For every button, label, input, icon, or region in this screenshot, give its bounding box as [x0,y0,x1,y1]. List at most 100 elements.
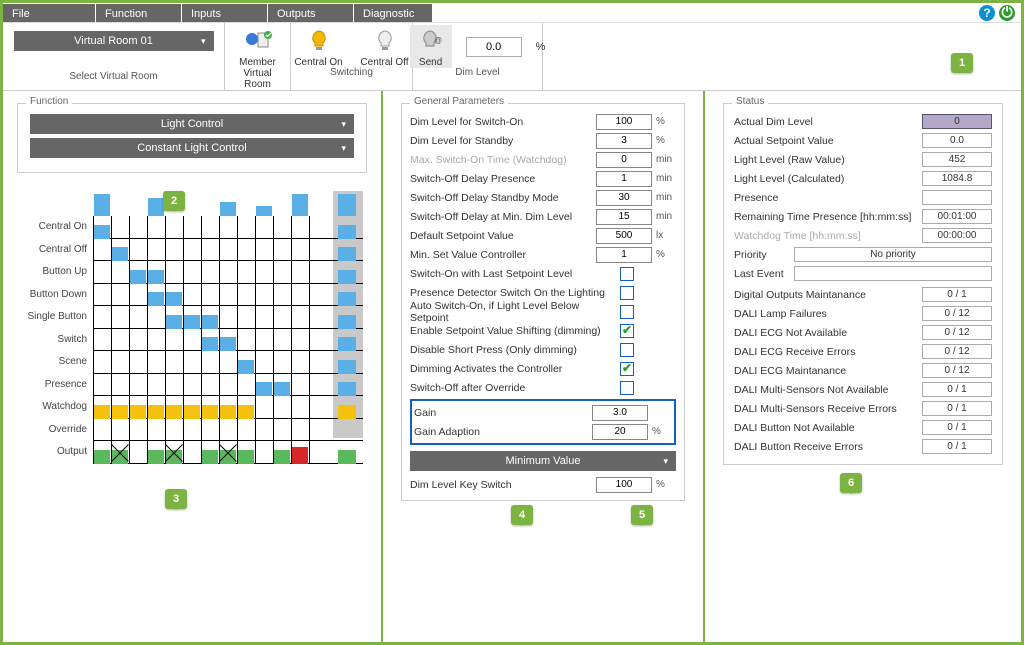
diag-row: Digital Outputs Maintanance0 / 1 [734,285,992,304]
gain-group: Gain Gain Adaption % [410,399,676,445]
param-check-row: Auto Switch-On, if Light Level Below Set… [410,302,676,321]
status-value: 00:00:00 [922,228,992,243]
send-button[interactable]: @ Send [410,25,452,68]
virtual-room-select[interactable]: Virtual Room 01 [14,31,214,51]
checkbox[interactable] [620,343,634,357]
checkbox[interactable] [620,362,634,376]
status-value [922,190,992,205]
menu-outputs[interactable]: Outputs [268,4,353,22]
status-value: 0.0 [922,133,992,148]
gain-input[interactable] [592,405,648,421]
lastevent-value [794,266,992,281]
member-vr-icon [244,27,272,55]
diag-row: DALI Multi-Sensors Receive Errors0 / 1 [734,399,992,418]
diag-row: DALI ECG Maintanance0 / 12 [734,361,992,380]
param-check-row: Switch-Off after Override [410,378,676,397]
function-title: Function [26,96,72,107]
lastevent-label: Last Event [734,268,794,280]
checkbox[interactable] [620,381,634,395]
param-input[interactable] [596,152,652,168]
param-row: Max. Switch-On Time (Watchdog) min [410,150,676,169]
callout-4: 4 [511,505,533,525]
status-value: 0 [922,114,992,129]
svg-text:@: @ [434,36,442,45]
status-value: 00:01:00 [922,209,992,224]
help-icon[interactable]: ? [979,5,995,21]
diag-value: 0 / 12 [922,344,992,359]
status-row: Light Level (Raw Value)452 [734,150,992,169]
function-subtype-select[interactable]: Constant Light Control [30,138,354,158]
param-check-row: Dimming Activates the Controller [410,359,676,378]
status-row: Actual Setpoint Value0.0 [734,131,992,150]
param-row: Dim Level for Standby % [410,131,676,150]
diag-row: DALI ECG Not Available0 / 12 [734,323,992,342]
select-vr-caption: Select Virtual Room [69,71,157,82]
diag-value: 0 / 12 [922,325,992,340]
bulb-on-icon [305,27,333,55]
param-input[interactable] [596,133,652,149]
central-on-button[interactable]: Central On [291,25,347,68]
general-params-title: General Parameters [410,96,508,107]
checkbox[interactable] [620,267,634,281]
checkbox[interactable] [620,305,634,319]
toolbar: Virtual Room 01 Select Virtual Room Memb… [3,23,1021,91]
central-off-button[interactable]: Central Off [357,25,413,68]
gain-label: Gain [414,407,592,419]
status-row: Remaining Time Presence [hh:mm:ss]00:01:… [734,207,992,226]
function-type-select[interactable]: Light Control [30,114,354,134]
param-input[interactable] [596,171,652,187]
menu-inputs[interactable]: Inputs [182,4,267,22]
gain-adaption-input[interactable] [592,424,648,440]
param-row: Min. Set Value Controller % [410,245,676,264]
status-row: Watchdog Time [hh:mm:ss]00:00:00 [734,226,992,245]
status-row: Actual Dim Level0 [734,112,992,131]
diag-value: 0 / 1 [922,439,992,454]
param-check-row: Disable Short Press (Only dimming) [410,340,676,359]
minimum-value-select[interactable]: Minimum Value [410,451,676,471]
menu-bar: File Function Inputs Outputs Diagnostic … [3,3,1021,23]
dim-level-input[interactable] [466,37,522,57]
diag-row: DALI Button Not Available0 / 1 [734,418,992,437]
diag-value: 0 / 12 [922,363,992,378]
param-row: Switch-Off Delay Presence min [410,169,676,188]
dim-key-label: Dim Level Key Switch [410,479,596,491]
status-title: Status [732,96,768,107]
dim-key-input[interactable] [596,477,652,493]
param-input[interactable] [596,190,652,206]
status-fieldset: Status Actual Dim Level0Actual Setpoint … [723,103,1003,465]
bulb-send-icon: @ [417,27,445,55]
diag-value: 0 / 1 [922,420,992,435]
callout-2: 2 [163,191,185,211]
menu-function[interactable]: Function [96,4,181,22]
power-icon[interactable]: ⏻ [999,5,1015,21]
status-row: Presence [734,188,992,207]
param-input[interactable] [596,114,652,130]
diag-row: DALI Multi-Sensors Not Available0 / 1 [734,380,992,399]
dim-unit: % [536,41,546,53]
param-check-row: Enable Setpoint Value Shifting (dimming) [410,321,676,340]
status-value: 1084.8 [922,171,992,186]
checkbox[interactable] [620,286,634,300]
bulb-off-icon [371,27,399,55]
param-input[interactable] [596,209,652,225]
dim-level-caption: Dim Level [421,67,534,78]
status-value: 452 [922,152,992,167]
member-vr-label: MemberVirtual Room [230,57,286,90]
general-parameters-fieldset: General Parameters Dim Level for Switch-… [401,103,685,501]
param-input[interactable] [596,228,652,244]
param-check-row: Switch-On with Last Setpoint Level [410,264,676,283]
member-virtual-room-button[interactable]: MemberVirtual Room [230,25,286,90]
menu-file[interactable]: File [3,4,95,22]
param-input[interactable] [596,247,652,263]
param-row: Switch-Off Delay Standby Mode min [410,188,676,207]
callout-6: 6 [840,473,862,493]
state-chart: Central OnCentral OffButton UpButton Dow… [17,191,367,456]
callout-5: 5 [631,505,653,525]
diag-row: DALI ECG Receive Errors0 / 12 [734,342,992,361]
param-row: Dim Level for Switch-On % [410,112,676,131]
diag-value: 0 / 12 [922,306,992,321]
menu-diagnostic[interactable]: Diagnostic [354,4,432,22]
diag-value: 0 / 1 [922,287,992,302]
function-fieldset: Function Light Control Constant Light Co… [17,103,367,173]
checkbox[interactable] [620,324,634,338]
